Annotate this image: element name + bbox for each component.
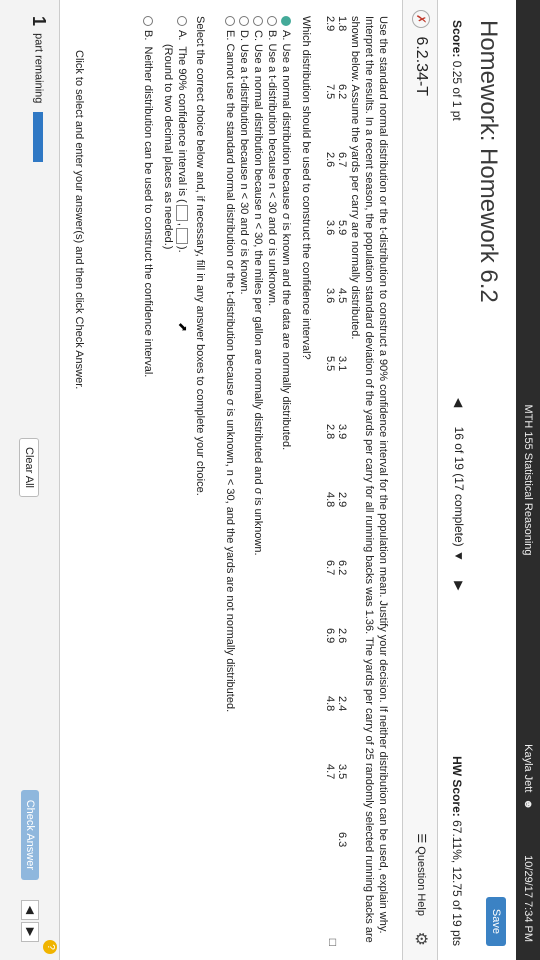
subquestion: Which distribution should be used to con… (300, 16, 312, 360)
choice-b-label: Neither distribution can be used to cons… (142, 46, 154, 378)
radio-icon (224, 16, 235, 26)
question-prompt: Use the standard normal distribution or … (349, 16, 389, 943)
part-navigation: ◀▶ (21, 898, 39, 942)
select-instruction: Select the correct choice below and, if … (194, 16, 206, 496)
data-value: 6.7 (336, 152, 348, 168)
radio-selected-icon (280, 16, 291, 26)
question-help-label: Question Help (415, 846, 427, 916)
radio-icon (238, 16, 249, 26)
option-d[interactable]: D. Use a t-distribution because n < 30 a… (236, 16, 250, 712)
photo-stage: MTH 155 Statistical Reasoning Kayla Jett… (0, 0, 540, 960)
person-icon: ☻ (522, 798, 534, 810)
data-value: 2.9 (324, 16, 336, 32)
option-c-label: C. Use a normal distribution because n <… (252, 30, 264, 556)
user-name[interactable]: Kayla Jett ☻ (522, 744, 534, 810)
check-answer-button[interactable]: Check Answer (21, 789, 39, 880)
question-id-text: 6.2.34-T (413, 36, 430, 97)
homework-header: Homework: Homework 6.2 Score: 0.25 of 1 … (438, 0, 516, 960)
distribution-options: A. Use a normal distribution because σ i… (222, 16, 292, 712)
question-position-text: 16 of 19 (17 complete) (452, 426, 466, 547)
data-value: 2.6 (336, 628, 348, 644)
choice-a: A. The 90% confidence interval is (,). (… (160, 16, 188, 253)
data-value: 3.6 (324, 288, 336, 304)
upper-bound-input[interactable] (175, 227, 188, 244)
data-value: 5.9 (336, 220, 348, 236)
data-value: 3.6 (324, 220, 336, 236)
score-value: 0.25 of 1 pt (450, 60, 464, 121)
option-a[interactable]: A. Use a normal distribution because σ i… (278, 16, 292, 712)
data-value: 6.2 (336, 84, 348, 100)
choice-a-radio[interactable]: A. (176, 16, 188, 43)
prev-part-icon[interactable]: ◀ (21, 900, 39, 920)
question-navigation: ◀ 16 of 19 (17 complete) ▼ ▶ (452, 390, 466, 598)
parts-remaining-count: 1 (29, 16, 49, 27)
data-value: 1.8 (336, 16, 348, 32)
radio-icon (176, 16, 187, 26)
data-value: 2.6 (324, 152, 336, 168)
prev-question-icon[interactable]: ◀ (452, 398, 466, 407)
data-value: 2.4 (336, 696, 348, 712)
radio-icon (142, 16, 153, 26)
choice-b[interactable]: B. Neither distribution can be used to c… (142, 16, 154, 377)
question-help-button[interactable]: ☰ Question Help (415, 833, 428, 916)
option-c[interactable]: C. Use a normal distribution because n <… (250, 16, 264, 712)
data-value: 4.8 (324, 696, 336, 712)
hw-score-label: HW Score: (450, 756, 464, 817)
data-value: 7.5 (324, 84, 336, 100)
gear-icon[interactable]: ⚙ (411, 932, 431, 946)
help-icon[interactable]: ? (43, 940, 57, 954)
data-value: 4.5 (336, 288, 348, 304)
footer: Click to select and enter your answer(s)… (0, 0, 85, 960)
next-part-icon[interactable]: ▶ (21, 922, 39, 942)
rounding-note: (Round to two decimal places as needed.) (162, 44, 174, 250)
data-value: 6.7 (324, 560, 336, 576)
choice-a-label: The 90% confidence interval is ( (176, 46, 188, 203)
next-question-icon[interactable]: ▶ (452, 581, 466, 590)
data-value: 6.9 (324, 628, 336, 644)
list-icon: ☰ (415, 833, 427, 844)
parts-remaining: 1 part remaining (28, 16, 49, 163)
question-bar: ✗ 6.2.34-T ☰ Question Help ⚙ (402, 0, 438, 960)
option-b-label: B. Use a t-distribution because n < 30 a… (266, 30, 278, 307)
score: Score: 0.25 of 1 pt (450, 20, 464, 121)
footer-instruction: Click to select and enter your answer(s)… (73, 50, 85, 390)
option-e-label: E. Cannot use the standard normal distri… (224, 30, 236, 713)
option-d-label: D. Use a t-distribution because n < 30 a… (238, 30, 250, 295)
incorrect-icon: ✗ (412, 10, 430, 28)
parts-progress-bar (33, 112, 44, 163)
data-value: 6.3 (336, 832, 348, 848)
data-value: 4.8 (324, 492, 336, 508)
radio-icon (252, 16, 263, 26)
expand-data-icon[interactable]: □ (326, 939, 340, 946)
data-value: 3.5 (336, 764, 348, 780)
option-a-label: A. Use a normal distribution because σ i… (280, 30, 292, 451)
question-id: ✗ 6.2.34-T (412, 10, 430, 96)
data-value: 3.1 (336, 356, 348, 372)
option-b[interactable]: B. Use a t-distribution because n < 30 a… (264, 16, 278, 712)
parts-remaining-label: part remaining (32, 33, 45, 104)
datetime: 10/29/17 7:34 PM (522, 855, 534, 942)
lower-bound-input[interactable] (175, 204, 188, 221)
homework-title: Homework: Homework 6.2 (475, 20, 502, 303)
data-value: 4.7 (324, 764, 336, 780)
mouse-cursor-icon: ⬈ (176, 322, 190, 333)
homework-page: MTH 155 Statistical Reasoning Kayla Jett… (0, 0, 540, 960)
save-button[interactable]: Save (486, 896, 506, 946)
user-name-text: Kayla Jett (522, 744, 534, 793)
hw-score: HW Score: 67.11%, 12.75 of 19 pts (450, 756, 464, 946)
clear-all-button[interactable]: Clear All (19, 438, 39, 497)
data-value: 2.8 (324, 424, 336, 440)
radio-icon (266, 16, 277, 26)
top-bar: MTH 155 Statistical Reasoning Kayla Jett… (516, 0, 540, 960)
data-value: 3.9 (336, 424, 348, 440)
data-value: 2.9 (336, 492, 348, 508)
data-value: 5.5 (324, 356, 336, 372)
score-label: Score: (450, 20, 464, 58)
question-position[interactable]: 16 of 19 (17 complete) ▼ (452, 427, 466, 566)
option-e[interactable]: E. Cannot use the standard normal distri… (222, 16, 236, 712)
course-title: MTH 155 Statistical Reasoning (522, 404, 534, 556)
data-value: 6.2 (336, 560, 348, 576)
hw-score-value: 67.11%, 12.75 of 19 pts (450, 820, 464, 946)
